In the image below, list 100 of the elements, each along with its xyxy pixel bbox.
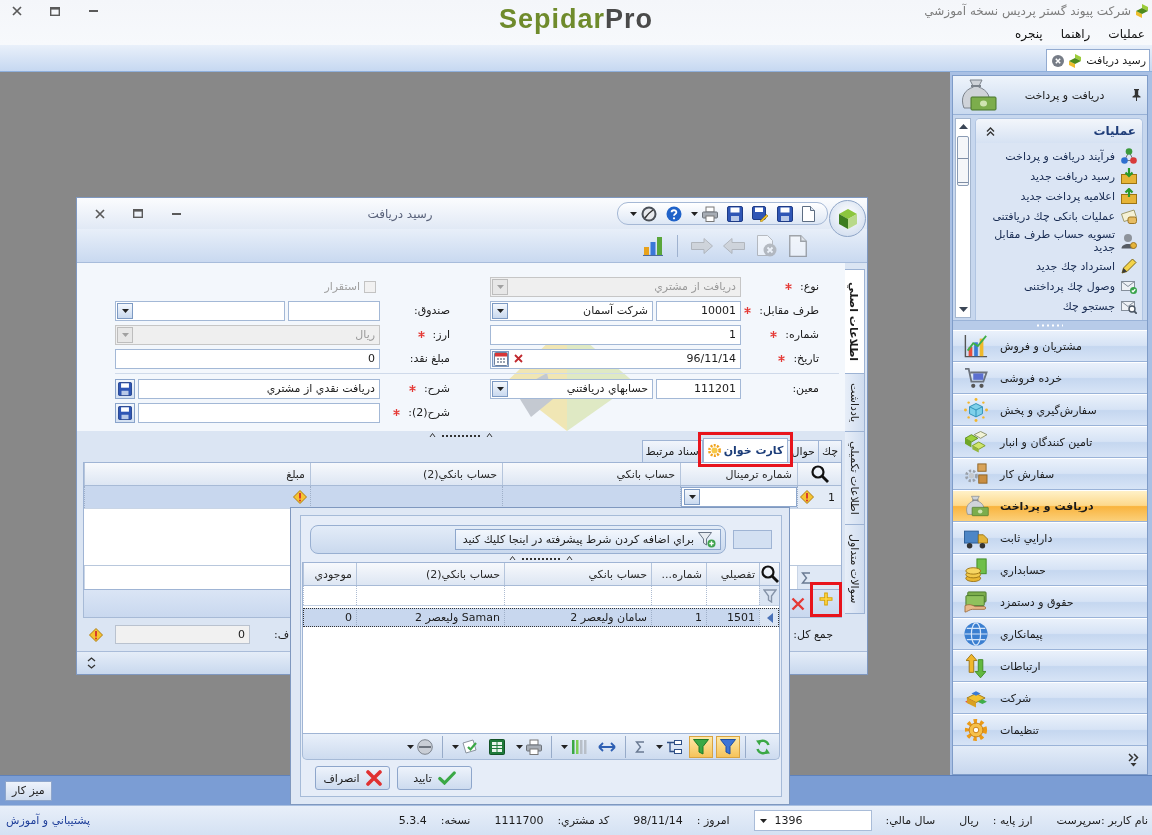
filter-button[interactable]: [689, 735, 713, 758]
input-field[interactable]: [288, 300, 380, 321]
confirm-button[interactable]: تاييد: [397, 766, 472, 790]
task-link[interactable]: وصول چك پرداختنی: [976, 276, 1142, 296]
box-arrow-icon: [1121, 168, 1137, 184]
double-chevron-icon: [1128, 753, 1139, 767]
column-header[interactable]: حساب بانكي: [504, 563, 651, 585]
column-header[interactable]: حساب بانکي: [502, 463, 680, 485]
money-bag-icon: [963, 495, 989, 517]
more-button[interactable]: [1128, 753, 1139, 767]
filter-button[interactable]: [716, 735, 740, 758]
input-field[interactable]: [733, 530, 772, 549]
column-header[interactable]: شماره...: [651, 563, 706, 585]
input-field[interactable]: دريافت نقدي از مشتري: [138, 378, 380, 399]
menu-item[interactable]: عملیات: [1105, 25, 1148, 42]
module-button[interactable]: حسابداري: [953, 554, 1147, 586]
calendar-button[interactable]: [492, 350, 509, 367]
task-link[interactable]: استرداد چك جدید: [976, 256, 1142, 276]
dropdown-button[interactable]: [492, 302, 508, 319]
desktop-button[interactable]: میز کار: [5, 780, 52, 801]
scrollbar-thumb[interactable]: [957, 136, 969, 186]
up-down-chevron-icon[interactable]: [87, 657, 96, 669]
module-button[interactable]: دارايي ثابت: [953, 522, 1147, 554]
save-button[interactable]: [727, 204, 743, 223]
column-header[interactable]: شماره ترمینال: [680, 463, 797, 485]
input-field[interactable]: [138, 402, 380, 423]
module-button[interactable]: خرده فروشی: [953, 362, 1147, 394]
code-field[interactable]: 111201: [656, 378, 741, 399]
splitter-handle[interactable]: [429, 431, 493, 438]
splitter-handle[interactable]: [509, 555, 573, 561]
document-tab[interactable]: رسید دریافت: [1046, 49, 1150, 71]
cheque-icon: [1121, 208, 1137, 224]
collapse-button[interactable]: [986, 126, 995, 136]
save-button[interactable]: [777, 204, 793, 223]
dropdown-field[interactable]: حسابهاي دريافتني: [490, 378, 653, 399]
close-button[interactable]: [93, 206, 107, 221]
pin-button[interactable]: [1132, 89, 1141, 101]
search-button[interactable]: [759, 563, 779, 585]
module-button[interactable]: سفارش‌گیري و پخش: [953, 394, 1147, 426]
field-label: معین:: [792, 382, 819, 395]
dropdown-field[interactable]: [681, 487, 797, 507]
module-button[interactable]: سفارش کار: [953, 458, 1147, 490]
tab[interactable]: کارت خوان: [702, 438, 789, 462]
module-button[interactable]: شرکت: [953, 682, 1147, 714]
code-field[interactable]: 10001: [656, 300, 741, 321]
close-button[interactable]: [10, 4, 24, 18]
module-button[interactable]: دریافت و پرداخت: [953, 490, 1147, 522]
save-button[interactable]: [115, 402, 135, 423]
task-link[interactable]: تسویه حساب طرف مقابل جدید: [976, 226, 1142, 256]
help-button[interactable]: [666, 204, 682, 223]
support-link[interactable]: پشتيباني و آموزش: [6, 814, 91, 827]
status-label: سال مالي:: [885, 814, 936, 827]
envelope-check-icon: [1121, 278, 1137, 294]
dropdown-button[interactable]: [492, 380, 508, 397]
module-button[interactable]: حقوق و دستمزد: [953, 586, 1147, 618]
column-header[interactable]: حساب بانکي(2): [310, 463, 502, 485]
input-field[interactable]: 1: [490, 324, 741, 345]
module-button[interactable]: تنظیمات: [953, 714, 1147, 746]
column-header[interactable]: موجودي: [303, 563, 356, 585]
down-arrow-icon[interactable]: [958, 307, 968, 312]
module-button[interactable]: تامین کنندگان و انبار: [953, 426, 1147, 458]
task-link[interactable]: اعلامیه پرداخت جدید: [976, 186, 1142, 206]
module-button[interactable]: مشتریان و فروش: [953, 330, 1147, 362]
side-tab[interactable]: اطلاعات تكميلي: [845, 431, 865, 526]
task-link[interactable]: فرآیند دریافت و پرداخت: [976, 146, 1142, 166]
task-link[interactable]: عملیات بانکی چك دریافتنی: [976, 206, 1142, 226]
task-link[interactable]: جستجو چك: [976, 296, 1142, 316]
tab[interactable]: سناد مرتبط: [641, 440, 703, 462]
up-arrow-icon[interactable]: [958, 124, 968, 129]
field-label: ف:: [274, 628, 290, 641]
module-button[interactable]: ارتباطات: [953, 650, 1147, 682]
dropdown-button[interactable]: [759, 818, 767, 823]
dropdown-field[interactable]: [115, 300, 285, 321]
print-button[interactable]: [691, 204, 718, 223]
new-document-button[interactable]: [802, 204, 815, 223]
add-condition-button[interactable]: براي اضافه كردن شرط پيشرفته در اينجا كليك كنيد: [455, 529, 721, 550]
cancel-button[interactable]: انصراف: [315, 766, 390, 790]
save-as-button[interactable]: [752, 204, 768, 223]
module-button[interactable]: پیمانکاري: [953, 618, 1147, 650]
side-tab[interactable]: سوالات متداول: [845, 524, 865, 614]
table-row[interactable]: 1: [84, 486, 841, 509]
menu-item[interactable]: راهنما: [1057, 25, 1094, 42]
close-icon[interactable]: [1052, 54, 1065, 67]
dropdown-field[interactable]: 1396: [753, 810, 872, 831]
save-button[interactable]: [115, 378, 135, 399]
options-button[interactable]: [630, 204, 657, 223]
dropdown-button[interactable]: [684, 489, 700, 505]
input-field[interactable]: 0: [115, 348, 380, 369]
task-link[interactable]: رسید دریافت جدید: [976, 166, 1142, 186]
column-header[interactable]: مبلغ: [84, 463, 310, 485]
column-header[interactable]: تفصيلي: [706, 563, 759, 585]
tab[interactable]: چك: [817, 440, 842, 462]
date-field[interactable]: 96/11/14: [490, 348, 741, 369]
side-tab[interactable]: يادداشت: [845, 373, 865, 433]
close-icon: [95, 208, 105, 219]
column-header[interactable]: حساب بانكي(2): [356, 563, 504, 585]
dropdown-field[interactable]: شرکت آسمان: [490, 300, 653, 321]
scrollbar[interactable]: [955, 118, 971, 318]
dropdown-button[interactable]: [117, 302, 133, 319]
menu-item[interactable]: پنجره: [1012, 25, 1046, 42]
